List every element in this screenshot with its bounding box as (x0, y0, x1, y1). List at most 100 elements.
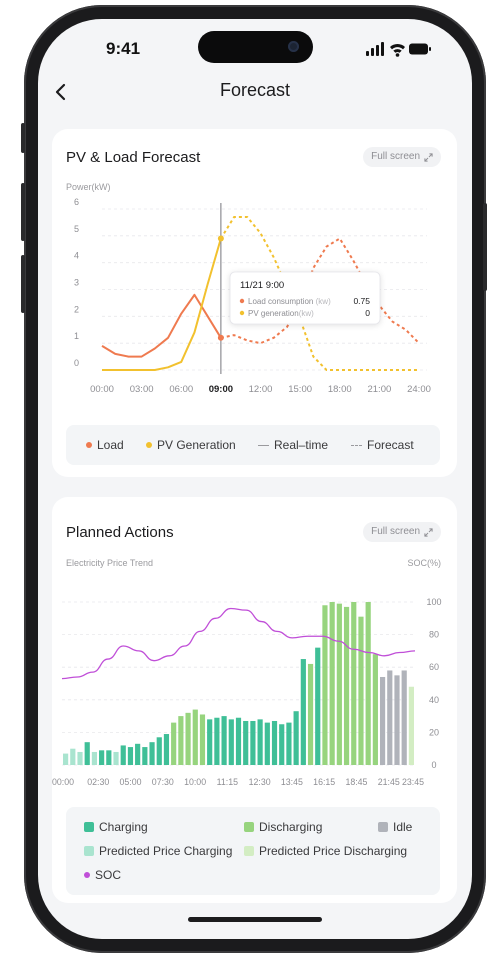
price-bar (322, 605, 328, 765)
actions-legend: Charging Discharging Idle Predicted Pric… (66, 807, 440, 895)
expand-icon (424, 527, 433, 537)
legend-forecast: Forecast (351, 438, 414, 452)
x-tick-label: 00:00 (90, 384, 114, 395)
tooltip-pv-label: PV generation(kw) (248, 309, 314, 318)
forecast-fullscreen-button[interactable]: Full screen (363, 147, 441, 167)
price-bar (235, 717, 242, 765)
forecast-card-title: PV & Load Forecast (66, 149, 201, 166)
price-bar (84, 742, 90, 765)
dynamic-island (198, 31, 313, 63)
price-bar (135, 743, 141, 765)
price-bar (178, 716, 184, 765)
wifi-icon (390, 44, 405, 57)
forecast-tooltip: 11/21 9:00 Load consumption (kw) 0.75 PV… (229, 271, 381, 325)
price-bar (221, 716, 227, 765)
price-bar (279, 724, 285, 765)
price-bar (163, 734, 170, 765)
price-bar (264, 722, 270, 765)
y-tick-label: 5 (74, 224, 79, 234)
price-bar (387, 670, 393, 765)
legend-idle-label: Idle (393, 820, 413, 834)
price-bar (127, 747, 134, 765)
tooltip-load-value: 0.75 (353, 296, 370, 306)
legend-pred-charging[interactable]: Predicted Price Charging (84, 844, 232, 858)
home-indicator (188, 917, 322, 922)
legend-forecast-label: Forecast (367, 438, 414, 452)
page-title: Forecast (219, 80, 291, 100)
price-bar (293, 711, 299, 765)
price-bar (243, 720, 249, 765)
x-tick-label: 00:00 (52, 777, 74, 787)
price-bar (358, 616, 364, 765)
pred-charging-swatch-icon (84, 846, 94, 856)
app-screen: 9:41 Forecast PV & Load Forecast Full sc… (38, 19, 472, 939)
legend-pv-label: PV Generation (157, 438, 236, 452)
soc-tick-label: 40 (429, 695, 439, 705)
dashed-line-icon (351, 444, 362, 446)
price-bar (336, 603, 342, 765)
soc-tick-label: 100 (426, 597, 441, 607)
solid-line-icon (258, 444, 269, 446)
price-bar (91, 751, 98, 765)
x-tick-label: 16:15 (313, 777, 335, 787)
x-tick-label: 02:30 (87, 777, 109, 787)
price-bar (286, 722, 292, 765)
x-tick-label: 07:30 (152, 777, 174, 787)
x-tick-label: 03:00 (130, 384, 154, 395)
price-axis-label: Electricity Price Trend (66, 558, 153, 568)
charging-swatch-icon (84, 822, 94, 832)
legend-load-label: Load (97, 438, 124, 452)
forecast-chart: Power(kW) 0 1 2 3 4 5 6 00:00 03:00 06:00 09:00 12… (66, 182, 431, 395)
price-bar (394, 675, 400, 765)
legend-realtime-label: Real–time (274, 438, 329, 452)
legend-idle[interactable]: Idle (378, 820, 412, 834)
price-bar (156, 737, 162, 765)
soc-dot-icon (84, 872, 90, 878)
forecast-card: PV & Load Forecast Full screen Power(kW)… (52, 129, 457, 477)
legend-charging[interactable]: Charging (84, 820, 148, 834)
legend-pred-charging-label: Predicted Price Charging (99, 844, 233, 858)
legend-pred-discharging[interactable]: Predicted Price Discharging (244, 844, 407, 858)
tooltip-pv-dot (239, 310, 245, 316)
legend-load[interactable]: Load (86, 438, 124, 452)
legend-realtime: Real–time (258, 438, 328, 452)
x-tick-label: 12:30 (249, 777, 271, 787)
power-button (483, 203, 487, 291)
actions-fullscreen-button[interactable]: Full screen (363, 522, 441, 542)
signal-icon (366, 42, 384, 56)
tooltip-load-dot (239, 298, 245, 304)
price-bar (315, 647, 321, 765)
y-tick-label: 0 (74, 358, 79, 368)
battery-icon (409, 43, 431, 55)
y-tick-label: 2 (74, 304, 79, 314)
planned-actions-chart: Electricity Price Trend SOC(%) 0 20 40 60 80… (52, 558, 442, 787)
x-tick-label: 09:00 (209, 384, 233, 395)
price-bar (185, 712, 191, 765)
price-bar (99, 750, 105, 765)
y-tick-label: 1 (74, 331, 79, 341)
camera-icon (288, 41, 299, 52)
x-tick-label: 21:45 (378, 777, 400, 787)
forecast-legend: Load PV Generation Real–time Forecast (66, 425, 440, 465)
status-icons (366, 42, 431, 57)
soc-tick-label: 80 (429, 630, 439, 640)
legend-soc[interactable]: SOC (84, 868, 121, 882)
legend-discharging[interactable]: Discharging (244, 820, 322, 834)
price-bar (142, 747, 148, 765)
x-tick-label: 18:45 (345, 777, 367, 787)
legend-soc-label: SOC (95, 868, 122, 882)
fullscreen-label: Full screen (371, 526, 420, 537)
series-line-pv-actual (102, 238, 222, 371)
fullscreen-label: Full screen (371, 151, 420, 162)
pred-discharging-swatch-icon (244, 846, 254, 856)
price-bar (113, 751, 119, 765)
price-bar (199, 714, 206, 765)
price-bar (228, 719, 234, 765)
price-bar (77, 751, 83, 765)
actions-card-title: Planned Actions (66, 524, 174, 541)
legend-pv[interactable]: PV Generation (146, 438, 236, 452)
price-bar (351, 602, 357, 765)
volume-up-button (21, 183, 25, 241)
realtime-point (217, 235, 224, 242)
price-bar (192, 709, 198, 765)
